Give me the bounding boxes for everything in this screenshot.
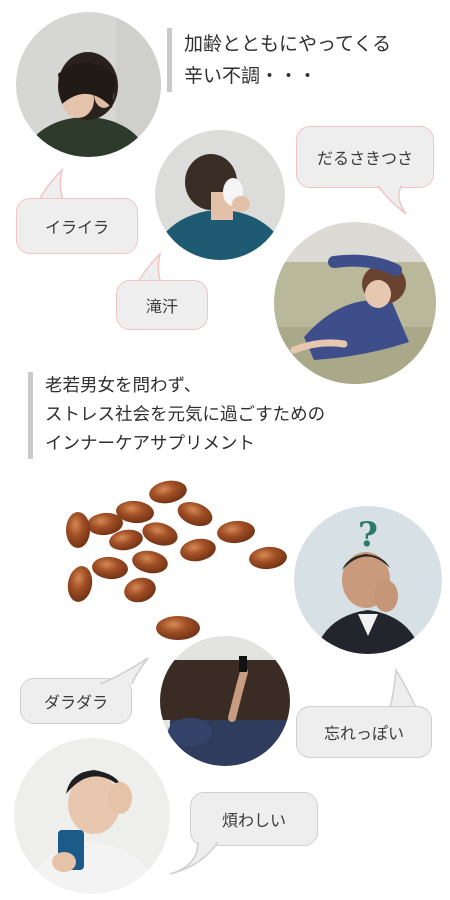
photo-woman-on-sofa bbox=[274, 222, 436, 384]
bubble-tail-fatigue bbox=[377, 185, 407, 215]
photo-woman-wiping-neck bbox=[155, 130, 285, 260]
photo-man-on-couch-phone bbox=[160, 636, 290, 766]
question-mark-icon: ? bbox=[358, 515, 378, 555]
bubble-sweat-text: 滝汗 bbox=[145, 297, 178, 316]
heading-middle: 老若男女を問わず、 ストレス社会を元気に過ごすための インナーケアサプリメント bbox=[28, 372, 325, 459]
bubble-tail-lazy bbox=[99, 657, 149, 685]
heading-top-line1: 加齢とともにやってくる bbox=[184, 33, 392, 55]
bubble-irritation-text: イライラ bbox=[44, 218, 109, 237]
bubble-annoying: 煩わしい bbox=[190, 792, 318, 846]
heading-top-line2: 辛い不調・・・ bbox=[184, 65, 318, 87]
bubble-lazy-text: ダラダラ bbox=[43, 693, 108, 712]
heading-top: 加齢とともにやってくる 辛い不調・・・ bbox=[167, 28, 391, 92]
bubble-annoying-text: 煩わしい bbox=[221, 811, 286, 830]
heading-middle-line1: 老若男女を問わず、 bbox=[45, 376, 202, 396]
bubble-fatigue: だるさきつさ bbox=[296, 126, 434, 188]
bubble-fatigue-text: だるさきつさ bbox=[316, 149, 413, 168]
bubble-tail-irritation bbox=[37, 167, 65, 203]
heading-middle-line2: ストレス社会を元気に過ごすための bbox=[45, 405, 326, 425]
bubble-forgetful-text: 忘れっぽい bbox=[323, 724, 404, 743]
bubble-tail-annoying bbox=[169, 841, 219, 875]
bubble-sweat: 滝汗 bbox=[116, 280, 208, 330]
bubble-tail-forgetful bbox=[389, 667, 417, 709]
heading-middle-line3: インナーケアサプリメント bbox=[45, 434, 255, 454]
bubble-forgetful: 忘れっぽい bbox=[296, 706, 432, 758]
photo-man-thinking: ? bbox=[294, 506, 442, 654]
bubble-irritation: イライラ bbox=[16, 198, 138, 254]
photo-young-man-with-phone bbox=[14, 738, 170, 894]
supplement-capsules-image bbox=[66, 480, 287, 640]
photo-woman-covering-face bbox=[16, 12, 161, 157]
